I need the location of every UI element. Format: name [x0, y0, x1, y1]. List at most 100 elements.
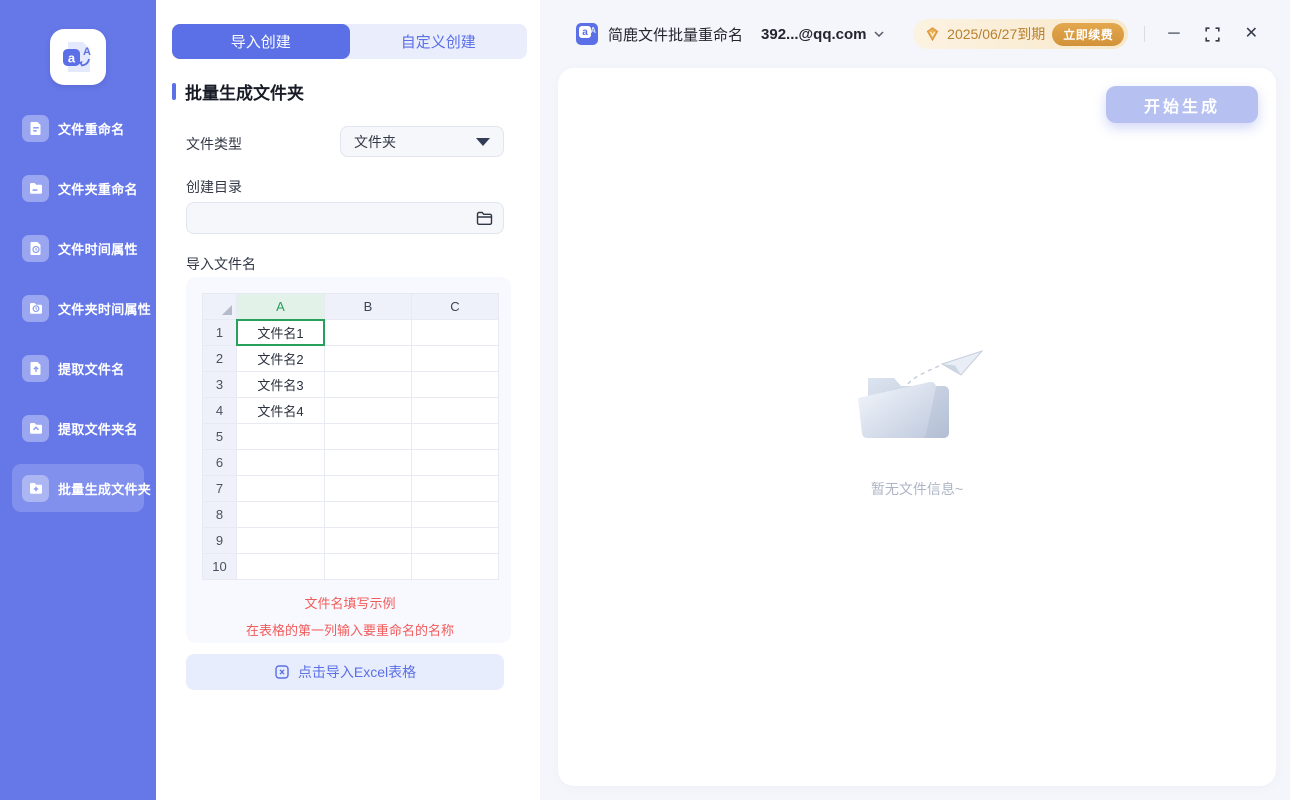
renew-button[interactable]: 立即续费	[1052, 22, 1125, 46]
settings-panel: 导入创建 自定义创建 批量生成文件夹 文件类型 文件夹 创建目录 导入文件名 A…	[156, 0, 540, 800]
sidebar-item-label: 提取文件名	[58, 361, 125, 377]
tab-import-create[interactable]: 导入创建	[172, 24, 350, 59]
sheet-header-row: A B C	[202, 293, 499, 320]
svg-text:a: a	[68, 51, 76, 66]
file-type-select[interactable]: 文件夹	[340, 126, 504, 157]
select-all-corner[interactable]	[202, 293, 237, 320]
tab-custom-create[interactable]: 自定义创建	[350, 24, 528, 59]
maximize-button[interactable]	[1203, 25, 1222, 44]
table-cell[interactable]	[411, 501, 499, 528]
table-cell[interactable]	[324, 553, 412, 580]
folder-browse-button[interactable]	[476, 211, 493, 226]
table-cell[interactable]	[411, 397, 499, 424]
row-header[interactable]: 1	[202, 319, 237, 346]
section-title: 批量生成文件夹	[185, 84, 304, 103]
import-excel-label: 点击导入Excel表格	[297, 664, 417, 680]
table-row: 1 文件名1	[202, 319, 499, 347]
table-cell[interactable]	[411, 319, 499, 346]
sidebar-item-label: 批量生成文件夹	[58, 481, 152, 497]
table-row: 10	[202, 553, 499, 580]
cell-a2[interactable]: 文件名2	[236, 345, 325, 372]
folder-open-icon	[476, 211, 493, 225]
column-header-c[interactable]: C	[411, 293, 499, 320]
cell-a3[interactable]: 文件名3	[236, 371, 325, 398]
table-cell[interactable]	[324, 345, 412, 372]
column-header-a[interactable]: A	[236, 293, 325, 320]
file-list-card: 开始生成 暂无文件信息~	[558, 68, 1276, 786]
create-dir-input[interactable]	[197, 203, 476, 233]
account-email: 392...@qq.com	[761, 25, 867, 43]
row-header[interactable]: 5	[202, 423, 237, 450]
cell-a6[interactable]	[236, 449, 325, 476]
column-header-b[interactable]: B	[324, 293, 412, 320]
table-cell[interactable]	[324, 397, 412, 424]
folder-rename-icon	[22, 174, 49, 202]
app-mini-icon: a A	[576, 23, 598, 45]
cell-a4[interactable]: 文件名4	[236, 397, 325, 424]
row-header[interactable]: 8	[202, 501, 237, 528]
section-title-bar	[172, 83, 176, 100]
row-header[interactable]: 9	[202, 527, 237, 554]
table-cell[interactable]	[411, 423, 499, 450]
table-cell[interactable]	[411, 449, 499, 476]
import-excel-button[interactable]: 点击导入Excel表格	[186, 654, 504, 690]
folder-extract-icon	[22, 414, 49, 442]
sidebar-item-folder-time[interactable]: 文件夹时间属性	[12, 284, 151, 332]
row-header[interactable]: 2	[202, 345, 237, 372]
generate-button[interactable]: 开始生成	[1106, 86, 1258, 123]
minimize-button[interactable]: ─	[1166, 24, 1181, 44]
cell-a5[interactable]	[236, 423, 325, 450]
cell-a9[interactable]	[236, 527, 325, 554]
divider	[1144, 26, 1146, 42]
chevron-down-icon	[873, 31, 884, 37]
license-expiry: 2025/06/27到期	[947, 26, 1046, 42]
row-header[interactable]: 3	[202, 371, 237, 398]
table-cell[interactable]	[324, 501, 412, 528]
table-cell[interactable]	[324, 371, 412, 398]
spreadsheet-card: A B C 1 文件名1 2 文件名2 3 文件名3 4 文件名4 5 6 7 8 9 …	[186, 277, 511, 643]
table-cell[interactable]	[411, 371, 499, 398]
row-header[interactable]: 6	[202, 449, 237, 476]
table-cell[interactable]	[411, 553, 499, 580]
table-cell[interactable]	[411, 527, 499, 554]
table-cell[interactable]	[411, 345, 499, 372]
row-header[interactable]: 7	[202, 475, 237, 502]
sidebar-item-file-time[interactable]: 文件时间属性	[12, 224, 144, 272]
table-cell[interactable]	[324, 423, 412, 450]
account-dropdown[interactable]: 392...@qq.com	[761, 26, 884, 43]
sidebar-item-folder-rename[interactable]: 文件夹重命名	[12, 164, 144, 212]
table-cell[interactable]	[324, 449, 412, 476]
maximize-icon	[1204, 26, 1220, 42]
cell-a7[interactable]	[236, 475, 325, 502]
sidebar-item-label: 文件夹时间属性	[58, 301, 152, 317]
sidebar: a A 文件重命名 文件夹重命名 文件时间属性 文件夹时间属性 提取文件名 提取…	[0, 0, 156, 800]
row-header[interactable]: 10	[202, 553, 237, 580]
cell-a10[interactable]	[236, 553, 325, 580]
sidebar-item-extract-filename[interactable]: 提取文件名	[12, 344, 144, 392]
table-row: 4 文件名4	[202, 397, 499, 424]
folder-time-icon	[22, 294, 49, 322]
sidebar-item-file-rename[interactable]: 文件重命名	[12, 104, 144, 152]
table-row: 6	[202, 449, 499, 476]
folder-create-icon	[22, 474, 49, 502]
table-cell[interactable]	[324, 475, 412, 502]
table-cell[interactable]	[324, 527, 412, 554]
filename-spreadsheet: A B C 1 文件名1 2 文件名2 3 文件名3 4 文件名4 5 6 7 8 9 …	[202, 293, 499, 580]
empty-folder-illustration	[858, 349, 984, 439]
create-mode-tabs: 导入创建 自定义创建	[172, 24, 527, 59]
cell-a8[interactable]	[236, 501, 325, 528]
table-cell[interactable]	[324, 319, 412, 346]
table-row: 5	[202, 423, 499, 450]
sidebar-item-label: 文件夹重命名	[58, 181, 138, 197]
create-dir-field	[186, 202, 504, 234]
sidebar-nav: 文件重命名 文件夹重命名 文件时间属性 文件夹时间属性 提取文件名 提取文件夹名…	[0, 104, 156, 512]
empty-state: 暂无文件信息~	[842, 348, 992, 499]
cell-a1-selected[interactable]: 文件名1	[236, 319, 326, 347]
sidebar-item-batch-create-folder[interactable]: 批量生成文件夹	[12, 464, 151, 512]
sidebar-item-extract-foldername[interactable]: 提取文件夹名	[12, 404, 144, 452]
table-cell[interactable]	[411, 475, 499, 502]
caret-down-icon	[476, 137, 490, 146]
close-button[interactable]: ✕	[1243, 24, 1260, 44]
row-header[interactable]: 4	[202, 397, 237, 424]
file-rename-icon	[22, 114, 49, 142]
